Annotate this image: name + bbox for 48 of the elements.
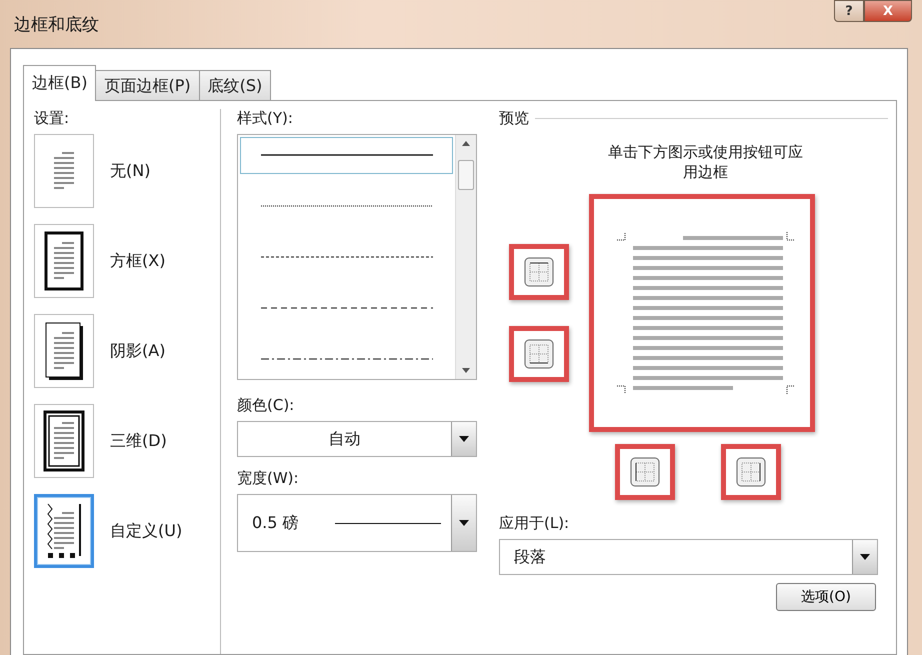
setting-option[interactable] bbox=[34, 494, 94, 568]
setting-label: 自定义(U) bbox=[110, 520, 182, 542]
page-icon bbox=[42, 230, 86, 292]
settings-label: 设置: bbox=[34, 109, 70, 128]
width-label: 宽度(W): bbox=[237, 469, 300, 488]
color-dropdown[interactable]: 自动 bbox=[237, 421, 477, 457]
line-sample-icon bbox=[335, 522, 441, 524]
tab[interactable]: 底纹(S) bbox=[198, 70, 272, 101]
border-grid-icon bbox=[524, 339, 554, 369]
scrollbar[interactable] bbox=[455, 135, 476, 379]
scroll-up-icon[interactable] bbox=[462, 141, 470, 146]
width-dropdown[interactable]: 0.5 磅 bbox=[237, 494, 477, 552]
setting-option[interactable] bbox=[34, 404, 94, 478]
border-button[interactable] bbox=[721, 444, 781, 500]
scroll-down-icon[interactable] bbox=[462, 368, 470, 373]
preview-title: 预览 bbox=[499, 109, 529, 128]
setting-label: 阴影(A) bbox=[110, 340, 166, 362]
preview-page[interactable] bbox=[589, 194, 815, 432]
page-icon bbox=[42, 410, 86, 472]
border-button[interactable] bbox=[615, 444, 675, 500]
color-value: 自动 bbox=[328, 428, 362, 450]
preview-hint: 单击下方图示或使用按钮可应用边框 bbox=[607, 142, 804, 182]
dropdown-arrow-icon bbox=[459, 436, 469, 442]
color-label: 颜色(C): bbox=[237, 396, 296, 415]
apply-to-dropdown[interactable]: 段落 bbox=[499, 539, 878, 575]
scroll-thumb[interactable] bbox=[458, 160, 474, 190]
tab[interactable]: 页面边框(P) bbox=[95, 70, 200, 101]
width-value: 0.5 磅 bbox=[251, 512, 299, 534]
window-title: 边框和底纹 bbox=[14, 14, 99, 36]
border-button[interactable] bbox=[509, 244, 569, 300]
border-grid-icon bbox=[630, 457, 660, 487]
apply-to-value: 段落 bbox=[513, 546, 546, 568]
setting-option[interactable] bbox=[34, 314, 94, 388]
border-grid-icon bbox=[524, 257, 554, 287]
help-button[interactable]: ? bbox=[834, 0, 864, 22]
options-button[interactable]: 选项(O) bbox=[776, 583, 876, 611]
apply-to-label: 应用于(L): bbox=[499, 514, 570, 533]
line-style-option[interactable] bbox=[240, 137, 453, 174]
setting-option[interactable] bbox=[34, 224, 94, 298]
tab[interactable]: 边框(B) bbox=[23, 65, 96, 101]
dropdown-arrow-icon bbox=[860, 554, 870, 560]
setting-label: 三维(D) bbox=[110, 430, 167, 452]
dropdown-arrow-icon bbox=[459, 520, 469, 526]
setting-label: 方框(X) bbox=[110, 250, 166, 272]
border-grid-icon bbox=[736, 457, 766, 487]
setting-label: 无(N) bbox=[110, 160, 150, 182]
border-button[interactable] bbox=[509, 326, 569, 382]
style-label: 样式(Y): bbox=[237, 109, 294, 128]
